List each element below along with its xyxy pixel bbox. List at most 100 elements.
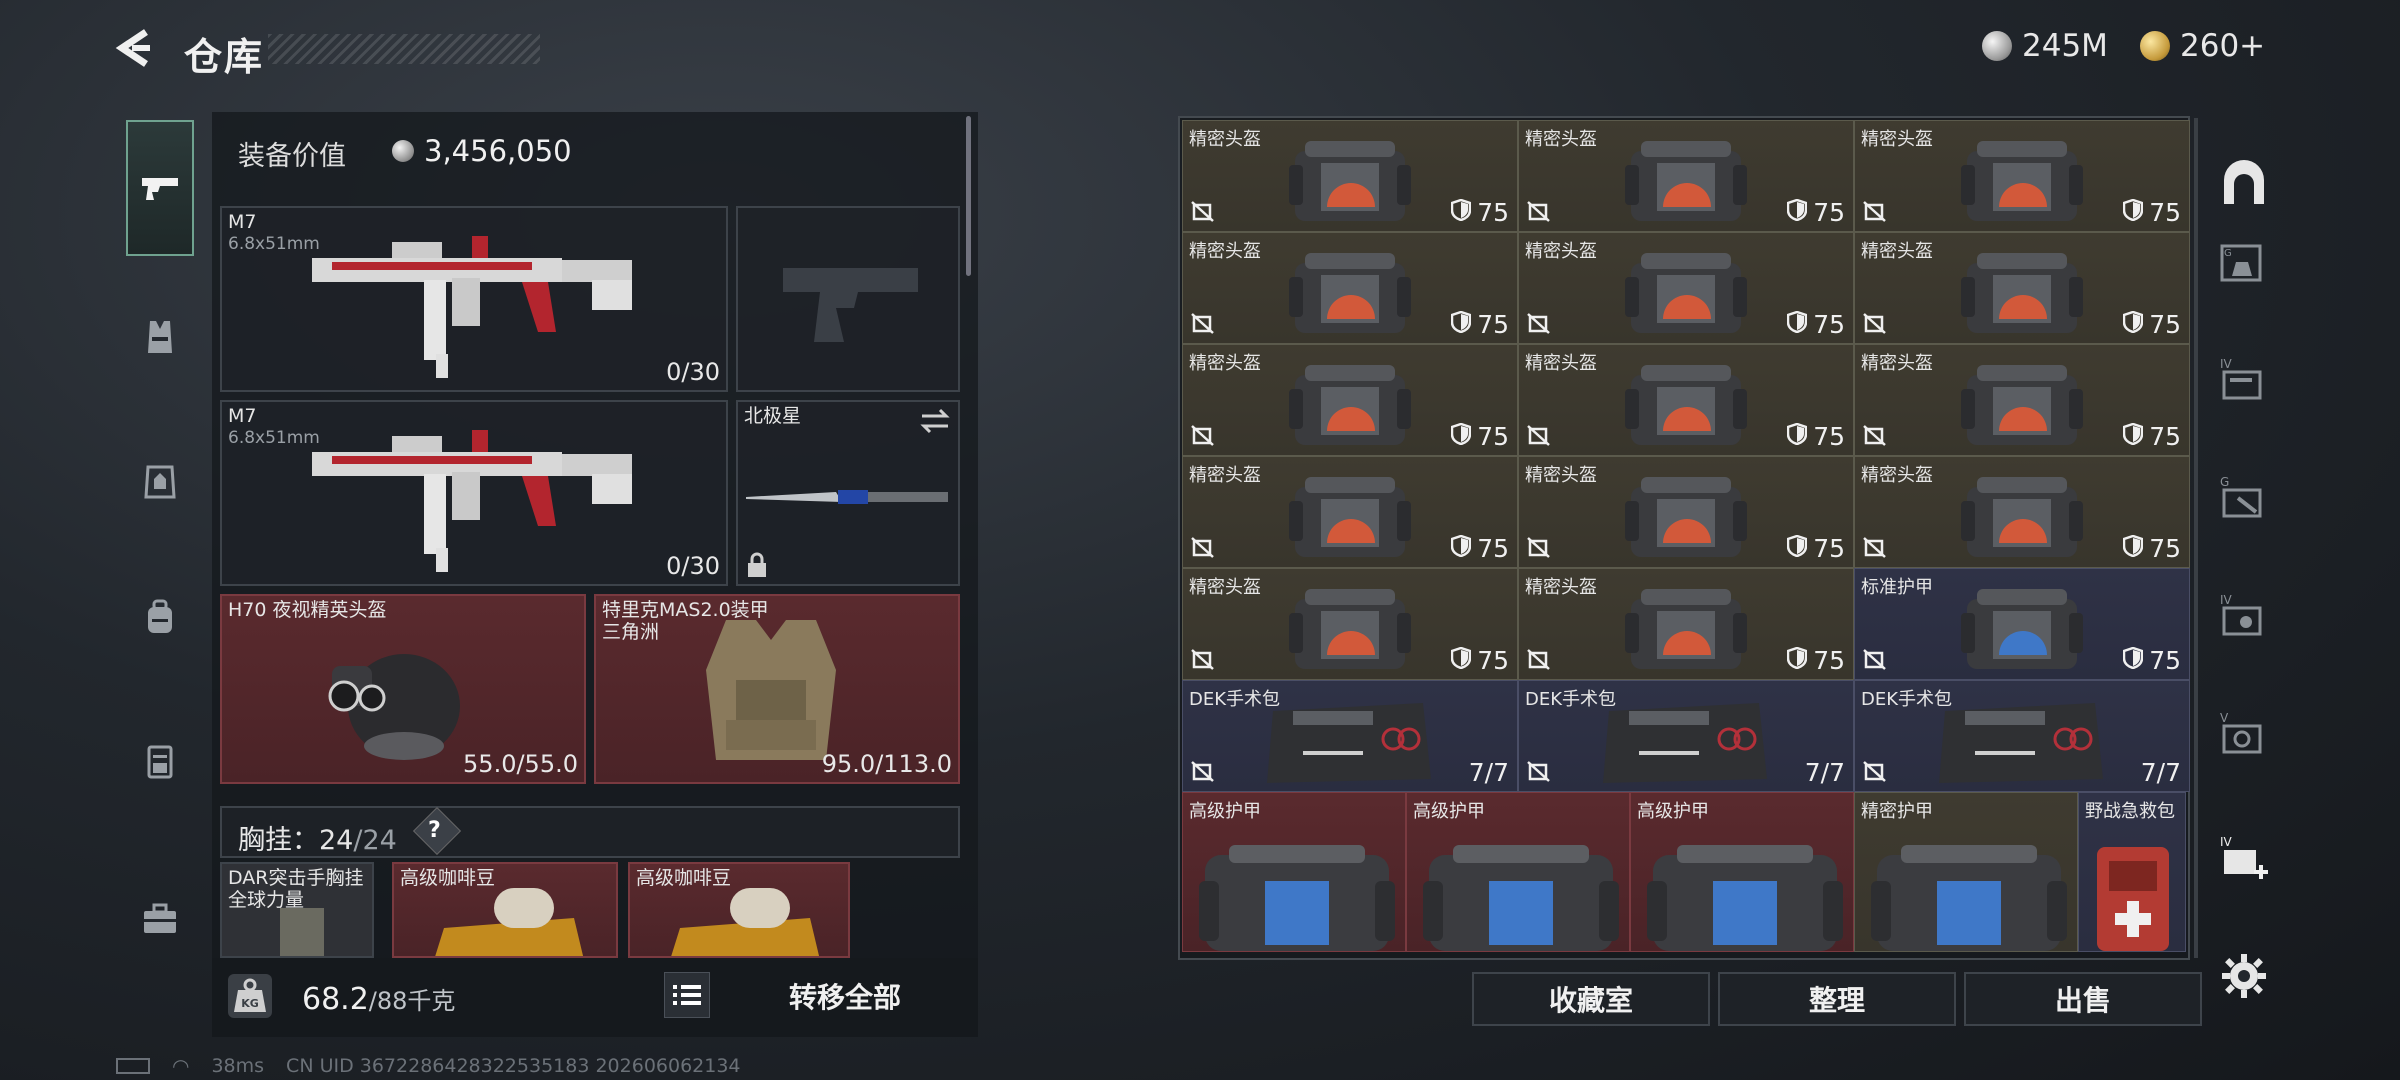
storage-cell[interactable]: 精密护甲 [1854,792,2078,952]
unlocked-icon [1527,311,1551,335]
sell-button[interactable]: 出售 [1964,972,2202,1026]
rifle-image [312,236,632,378]
item-value: 75 [2122,534,2181,563]
tab-pouch[interactable] [126,722,194,800]
durability-shield-icon [1450,310,1472,339]
storage-cell[interactable]: 精密头盔 75 [1518,456,1854,568]
storage-cell[interactable]: 高级护甲 [1406,792,1630,952]
tab-storage-iv-2[interactable]: IV [2214,586,2274,646]
back-arrow-icon[interactable] [112,26,156,70]
storage-cell[interactable]: 精密头盔 75 [1518,568,1854,680]
tab-weapons[interactable] [126,120,194,256]
unlocked-icon [1527,423,1551,447]
melee-name: 北极星 [744,405,802,427]
tab-storage-add[interactable]: IV [2214,828,2274,888]
unlocked-icon [1191,311,1215,335]
item-value-text: 75 [1813,198,1845,227]
storage-cell[interactable]: DEK手术包 7/7 [1854,680,2190,792]
collection-room-button[interactable]: 收藏室 [1472,972,1710,1026]
item-value-text: 75 [1477,422,1509,451]
helmet-slot[interactable]: H70 夜视精英头盔 55.0/55.0 [220,594,586,784]
item-value-text: 75 [1813,534,1845,563]
storage-cell[interactable]: 精密头盔 75 [1518,120,1854,232]
helmet-durability: 55.0/55.0 [463,750,578,778]
unlocked-icon [1527,535,1551,559]
tab-storage-v[interactable]: V [2214,704,2274,764]
sort-button[interactable]: 整理 [1718,972,1956,1026]
unlocked-icon [1191,535,1215,559]
unlocked-icon [1527,199,1551,223]
weapon-name: M7 [228,211,257,233]
weight-kg-icon: KG [228,974,272,1018]
list-view-button[interactable] [664,972,710,1018]
battery-icon [116,1058,150,1074]
item-name: 野战急救包 [2085,801,2175,822]
rig-item-coffee-2[interactable]: 高级咖啡豆 [628,862,850,958]
wifi-icon: ◠ [172,1054,190,1078]
storage-cell[interactable]: 精密头盔 75 [1182,568,1518,680]
durability-shield-icon [1450,646,1472,675]
storage-cell[interactable]: 精密头盔 75 [1182,344,1518,456]
arch-icon [2224,160,2264,204]
silver-currency[interactable]: 245M [1982,28,2108,64]
tab-backpack[interactable] [126,578,194,656]
item-value: 75 [2122,310,2181,339]
storage-cell[interactable]: DEK手术包 7/7 [1182,680,1518,792]
chest-rig-title: 胸挂： [238,825,319,856]
storage-cell[interactable]: 精密头盔 75 [1854,120,2190,232]
gold-currency[interactable]: 260+ [2140,28,2265,64]
armor-slot[interactable]: 特里克MAS2.0装甲 三角洲 95.0/113.0 [594,594,960,784]
storage-cell[interactable]: 野战急救包 [2078,792,2186,952]
status-bar: ◠ 38ms CN UID 3672286428322535183 202606… [116,1054,741,1078]
item-value: 7/7 [1469,758,1509,787]
item-name: 高级护甲 [1637,801,1709,822]
storage-cell[interactable]: 精密头盔 75 [1182,232,1518,344]
rig-item-coffee-1[interactable]: 高级咖啡豆 [392,862,618,958]
item-value: 75 [1450,646,1509,675]
settings-button[interactable] [2214,946,2274,1006]
tab-case[interactable] [126,880,194,958]
tab-main-storage[interactable] [2214,154,2274,214]
transfer-all-button[interactable]: 转移全部 [720,966,970,1026]
gear-icon [2222,954,2266,998]
storage-cell[interactable]: 标准护甲 75 [1854,568,2190,680]
storage-cell[interactable]: 精密头盔 75 [1854,456,2190,568]
storage-cell[interactable]: DEK手术包 7/7 [1518,680,1854,792]
storage-cell[interactable]: 高级护甲 [1630,792,1854,952]
durability-shield-icon [1786,310,1808,339]
equipment-scrollbar[interactable] [966,116,971,276]
help-question-icon[interactable]: ? [428,818,441,843]
melee-slot[interactable]: 北极星 [736,400,960,586]
svg-text:G: G [2220,475,2229,489]
durability-shield-icon [1786,422,1808,451]
storage-cell[interactable]: 精密头盔 75 [1182,120,1518,232]
storage-cell[interactable]: 精密头盔 75 [1854,232,2190,344]
rig-item-vest[interactable]: DAR突击手胸挂 全球力量 [220,862,374,958]
tab-storage-g-2[interactable]: G [2214,468,2274,528]
helmet-item-image [1957,243,2087,343]
armor-name-line2: 三角洲 [602,621,660,643]
storage-cell[interactable]: 精密头盔 75 [1518,232,1854,344]
weapon-caliber: 6.8x51mm [228,234,320,254]
ammo-count: 0/30 [666,552,720,580]
item-value: 75 [1786,534,1845,563]
item-name: 精密头盔 [1525,465,1597,486]
tab-armor[interactable] [126,442,194,520]
storage-cell[interactable]: 高级护甲 [1182,792,1406,952]
tab-storage-iv-1[interactable]: IV [2214,350,2274,410]
gold-amount: 260+ [2180,28,2266,64]
primary-weapon-slot-1[interactable]: M7 6.8x51mm 0/30 [220,206,728,392]
item-name: 精密头盔 [1861,353,1933,374]
tab-chest-rig[interactable] [126,298,194,376]
swap-icon[interactable] [920,408,950,434]
storage-cell[interactable]: 精密头盔 75 [1518,344,1854,456]
item-value-text: 75 [2149,646,2181,675]
armor-icon [144,465,176,499]
primary-weapon-slot-2[interactable]: M7 6.8x51mm 0/30 [220,400,728,586]
unlocked-icon [1863,759,1887,783]
storage-cell[interactable]: 精密头盔 75 [1182,456,1518,568]
tab-storage-g[interactable]: G [2214,232,2274,292]
durability-shield-icon [1786,534,1808,563]
sidearm-slot[interactable] [736,206,960,392]
storage-cell[interactable]: 精密头盔 75 [1854,344,2190,456]
